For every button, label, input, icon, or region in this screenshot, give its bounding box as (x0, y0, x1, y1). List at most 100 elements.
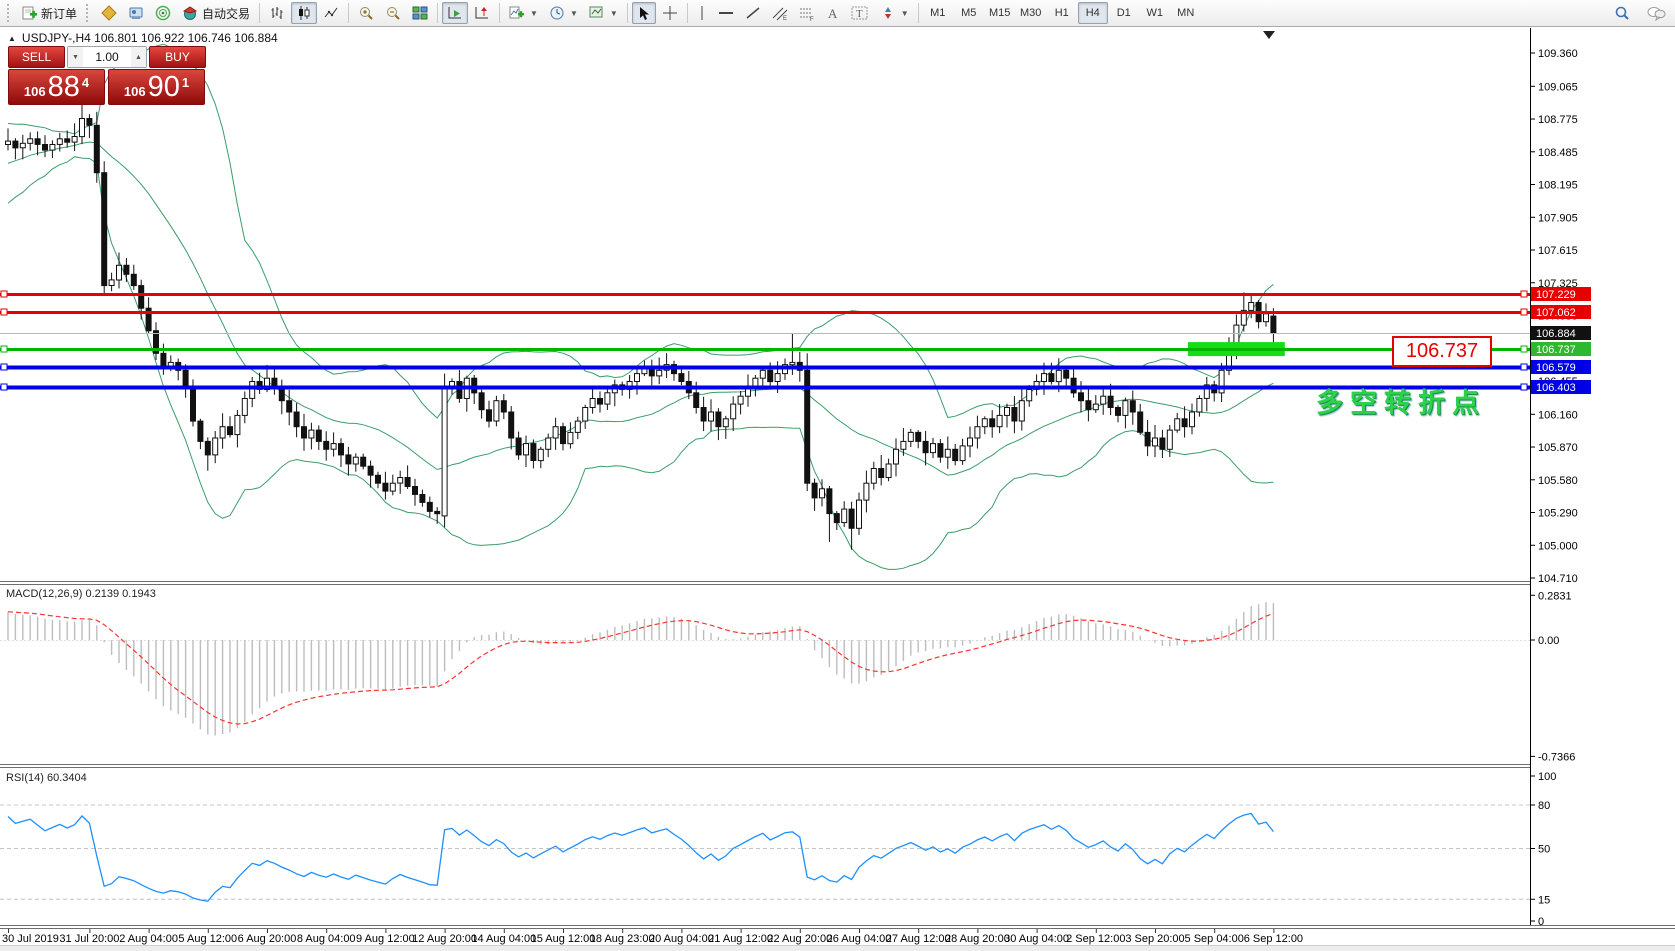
text-label-button[interactable]: T (846, 2, 874, 24)
svg-text:106.737: 106.737 (1536, 344, 1576, 356)
collapse-triangle-icon[interactable]: ▲ (8, 34, 16, 43)
price-level-callout[interactable]: 106.737 (1392, 336, 1492, 367)
new-order-icon (22, 6, 37, 21)
svg-text:22 Aug 20:00: 22 Aug 20:00 (767, 933, 832, 945)
templates-icon (589, 5, 605, 21)
chart-canvas[interactable]: MACD(12,26,9) 0.2139 0.1943 RSI(14) 60.3… (0, 27, 1675, 951)
terminal-icon (128, 5, 144, 21)
svg-text:104.710: 104.710 (1538, 573, 1578, 585)
timeframe-mn-button[interactable]: MN (1171, 2, 1201, 24)
toolbar-separator (687, 3, 688, 23)
volume-decrease-button[interactable]: ▼ (68, 47, 83, 67)
toolbar-separator (348, 3, 349, 23)
chart-wizard-button[interactable] (96, 2, 122, 24)
auto-scroll-button[interactable] (442, 2, 468, 24)
zoom-out-button[interactable] (380, 2, 406, 24)
svg-text:109.065: 109.065 (1538, 81, 1578, 93)
text-button[interactable]: A (821, 2, 845, 24)
svg-text:105.290: 105.290 (1538, 508, 1578, 520)
one-click-trading-panel: SELL ▼ 1.00 ▲ BUY 106 88 4 106 90 1 (8, 46, 206, 105)
toolbar: 新订单 自动交易 ▼ ▼ ▼ E F A T ▼ (0, 0, 1675, 27)
crosshair-button[interactable] (657, 2, 683, 24)
periods-button[interactable]: ▼ (544, 2, 583, 24)
svg-text:105.870: 105.870 (1538, 442, 1578, 454)
svg-text:5 Sep 04:00: 5 Sep 04:00 (1185, 933, 1244, 945)
timeframe-m15-button[interactable]: M15 (985, 2, 1015, 24)
toolbar-separator (499, 3, 500, 23)
svg-text:106.579: 106.579 (1536, 362, 1576, 374)
tile-windows-button[interactable] (407, 2, 433, 24)
autotrading-icon (182, 5, 198, 21)
toolbar-grip (86, 4, 92, 22)
window-bottom-strip (0, 945, 1675, 951)
fibonacci-button[interactable]: F (794, 2, 820, 24)
chart-shift-button[interactable] (469, 2, 495, 24)
text-label-icon: T (851, 5, 869, 21)
templates-button[interactable]: ▼ (584, 2, 623, 24)
svg-text:107.229: 107.229 (1536, 289, 1576, 301)
timeframe-m5-button[interactable]: M5 (954, 2, 984, 24)
svg-text:2 Aug 04:00: 2 Aug 04:00 (119, 933, 178, 945)
candlestick-chart-button[interactable] (291, 2, 317, 24)
svg-text:26 Aug 04:00: 26 Aug 04:00 (827, 933, 892, 945)
svg-text:105.580: 105.580 (1538, 475, 1578, 487)
channel-button[interactable]: E (767, 2, 793, 24)
timeframe-h1-button[interactable]: H1 (1047, 2, 1077, 24)
svg-text:A: A (828, 6, 838, 21)
symbol-ohlc-text: USDJPY-,H4 106.801 106.922 106.746 106.8… (22, 31, 278, 45)
chevron-down-icon: ▼ (570, 9, 578, 18)
indicators-button[interactable]: ▼ (504, 2, 543, 24)
arrows-button[interactable]: ▼ (875, 2, 914, 24)
buy-price-pips: 90 (148, 73, 180, 102)
chat-icon (1646, 5, 1666, 21)
bar-chart-button[interactable] (264, 2, 290, 24)
signals-button[interactable] (150, 2, 176, 24)
buy-button[interactable]: BUY (149, 46, 206, 68)
buy-price-display[interactable]: 106 90 1 (108, 69, 205, 105)
volume-input[interactable]: 1.00 (83, 50, 131, 64)
vertical-line-button[interactable] (692, 2, 712, 24)
sell-button[interactable]: SELL (8, 46, 65, 68)
candlestick-chart-icon (296, 5, 312, 21)
auto-scroll-icon (447, 5, 463, 21)
search-button[interactable] (1609, 2, 1635, 24)
sell-price-display[interactable]: 106 88 4 (8, 69, 105, 105)
svg-text:106.160: 106.160 (1538, 409, 1578, 421)
cursor-button[interactable] (632, 2, 656, 24)
svg-text:100: 100 (1538, 771, 1556, 783)
volume-increase-button[interactable]: ▲ (131, 47, 146, 67)
sell-price-pips: 88 (48, 73, 80, 102)
autotrading-button[interactable]: 自动交易 (177, 2, 255, 24)
svg-text:105.000: 105.000 (1538, 540, 1578, 552)
toolbar-separator (259, 3, 260, 23)
trendline-button[interactable] (740, 2, 766, 24)
line-chart-button[interactable] (318, 2, 344, 24)
terminal-button[interactable] (123, 2, 149, 24)
svg-text:30 Jul 2019: 30 Jul 2019 (2, 933, 59, 945)
crosshair-icon (662, 5, 678, 21)
svg-text:F: F (810, 17, 814, 21)
cursor-icon (637, 6, 651, 21)
new-order-button[interactable]: 新订单 (17, 2, 82, 24)
svg-text:20 Aug 04:00: 20 Aug 04:00 (649, 933, 714, 945)
vertical-line-icon (697, 5, 707, 21)
svg-text:0: 0 (1538, 916, 1544, 928)
timeframe-w1-button[interactable]: W1 (1140, 2, 1170, 24)
svg-text:MACD(12,26,9) 0.2139 0.1943: MACD(12,26,9) 0.2139 0.1943 (6, 588, 156, 600)
buy-price-figure: 106 (124, 82, 146, 102)
fibonacci-icon: F (799, 5, 815, 21)
price-axis[interactable]: 109.360109.065108.775108.485108.195107.9… (1530, 28, 1675, 928)
timeframe-m30-button[interactable]: M30 (1016, 2, 1046, 24)
svg-text:0.2831: 0.2831 (1538, 590, 1572, 602)
svg-text:106.403: 106.403 (1536, 382, 1576, 394)
chat-button[interactable] (1641, 2, 1671, 24)
chevron-down-icon: ▼ (901, 9, 909, 18)
timeframe-d1-button[interactable]: D1 (1109, 2, 1139, 24)
horizontal-line-button[interactable] (713, 2, 739, 24)
zoom-in-button[interactable] (353, 2, 379, 24)
timeframe-m1-button[interactable]: M1 (923, 2, 953, 24)
toolbar-separator (918, 3, 919, 23)
timeframe-h4-button[interactable]: H4 (1078, 2, 1108, 24)
chart-shift-icon (474, 5, 490, 21)
svg-text:21 Aug 12:00: 21 Aug 12:00 (708, 933, 773, 945)
